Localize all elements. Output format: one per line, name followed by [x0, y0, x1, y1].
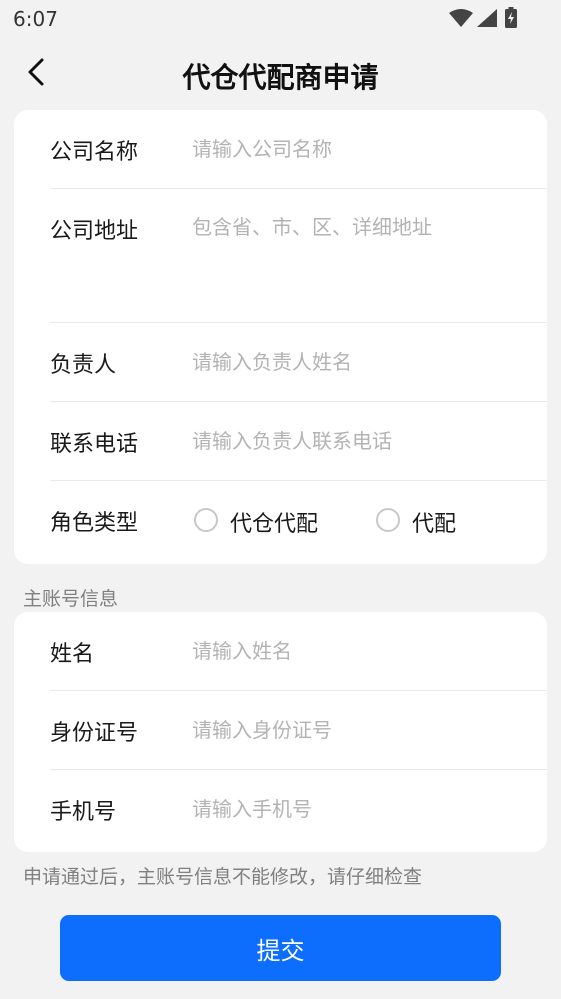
id-number-row: 身份证号 [50, 691, 547, 770]
nav-bar: 代仓代配商申请 [0, 44, 561, 102]
status-time: 6:07 [13, 7, 58, 31]
name-row: 姓名 [50, 612, 547, 691]
contact-phone-row: 联系电话 [50, 402, 547, 481]
cell-signal-icon [477, 9, 497, 27]
id-number-label: 身份证号 [50, 721, 139, 746]
company-address-row: 公司地址 [50, 189, 547, 323]
contact-phone-label: 联系电话 [50, 432, 139, 457]
wifi-icon [449, 9, 473, 27]
radio-label: 代配 [412, 512, 457, 537]
radio-label: 代仓代配 [230, 512, 319, 537]
status-icons [441, 7, 521, 29]
main-account-section-title: 主账号信息 [23, 588, 119, 610]
mobile-row: 手机号 [50, 770, 547, 849]
mobile-input[interactable] [192, 790, 535, 828]
battery-charging-icon [505, 7, 517, 28]
person-in-charge-row: 负责人 [50, 323, 547, 402]
company-address-input[interactable] [192, 211, 535, 311]
contact-phone-input[interactable] [192, 422, 535, 460]
person-in-charge-input[interactable] [192, 343, 535, 381]
footer-note: 申请通过后，主账号信息不能修改，请仔细检查 [23, 866, 423, 888]
radio-unchecked-icon [194, 508, 218, 532]
radio-unchecked-icon [376, 508, 400, 532]
company-info-card: 公司名称 公司地址 负责人 联系电话 角色类型 代仓代配 代配 [14, 110, 547, 564]
company-name-label: 公司名称 [50, 140, 139, 165]
id-number-input[interactable] [192, 711, 535, 749]
page-title: 代仓代配商申请 [182, 61, 379, 94]
company-address-label: 公司地址 [50, 219, 139, 244]
company-name-row: 公司名称 [50, 110, 547, 189]
role-type-row: 角色类型 代仓代配 代配 [50, 481, 547, 560]
company-name-input[interactable] [192, 130, 535, 168]
mobile-label: 手机号 [50, 800, 117, 825]
submit-button[interactable]: 提交 [60, 915, 501, 981]
main-account-card: 姓名 身份证号 手机号 [14, 612, 547, 852]
name-input[interactable] [192, 632, 535, 670]
status-bar: 6:07 [0, 0, 561, 40]
name-label: 姓名 [50, 642, 95, 667]
role-type-label: 角色类型 [50, 511, 139, 536]
person-in-charge-label: 负责人 [50, 353, 117, 378]
